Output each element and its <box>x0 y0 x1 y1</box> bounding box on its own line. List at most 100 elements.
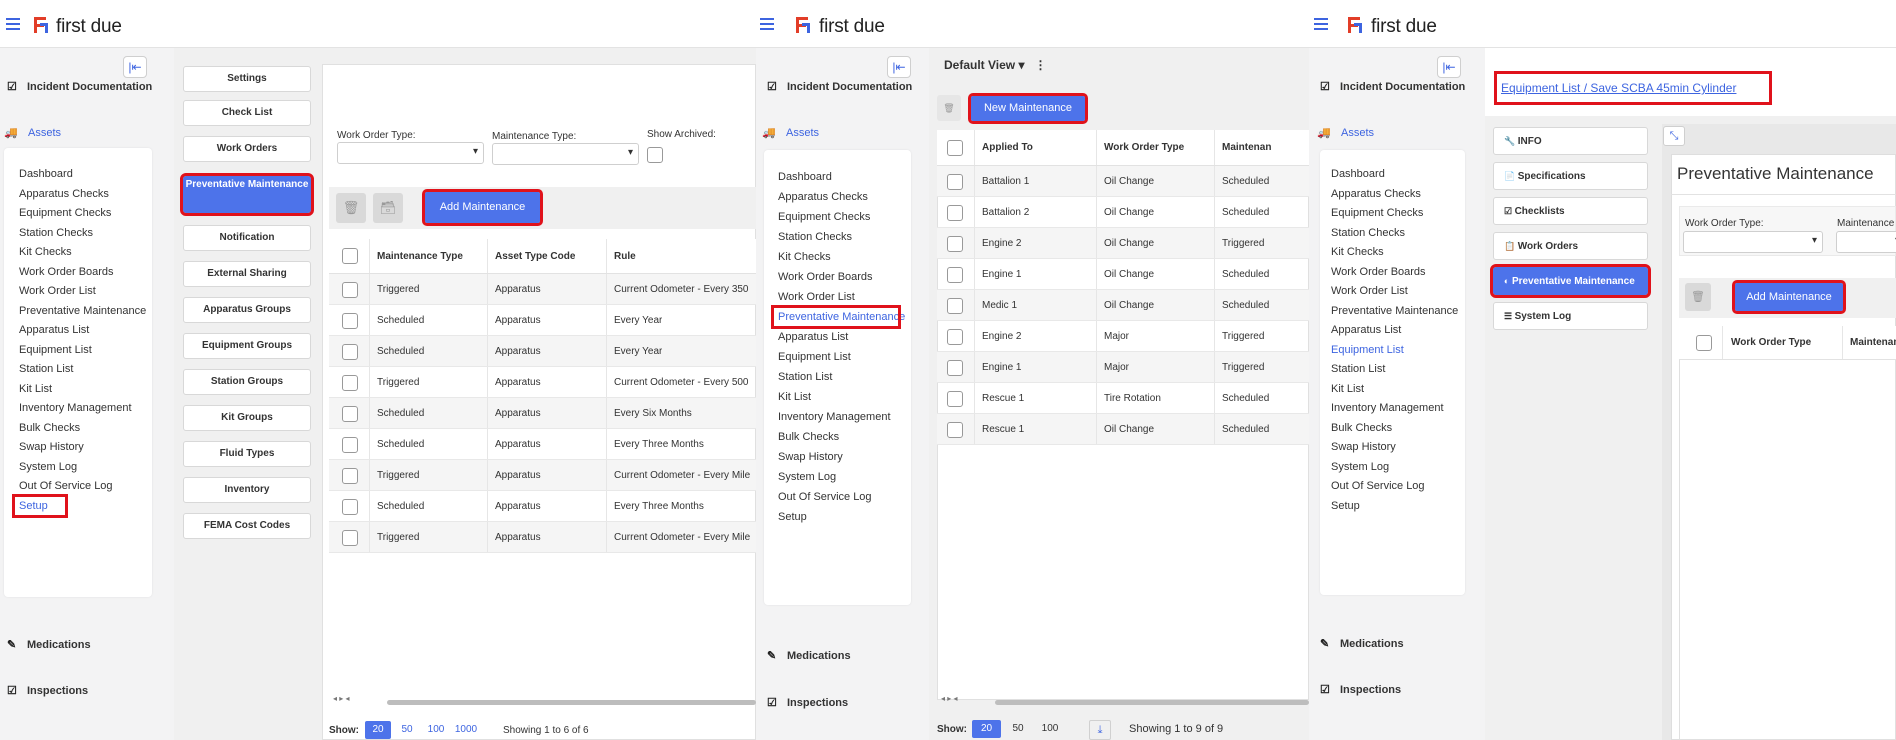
setup-tab-check-list[interactable]: Check List <box>183 100 311 126</box>
row-checkbox[interactable] <box>947 390 963 407</box>
nav-medications[interactable]: ✎ Medications <box>1320 637 1404 650</box>
table-row[interactable]: Engine 2 Oil Change Triggered <box>937 228 1309 259</box>
menu-item-out-of-service-log[interactable]: Out Of Service Log <box>778 491 872 503</box>
side-tab-system-log[interactable]: ☰ System Log <box>1493 302 1648 330</box>
menu-item-station-checks[interactable]: Station Checks <box>778 231 852 243</box>
menu-item-kit-list[interactable]: Kit List <box>19 383 52 395</box>
page-size-100[interactable]: 100 <box>423 721 449 739</box>
nav-inspections[interactable]: ☑ Inspections <box>1320 683 1401 696</box>
page-size-100[interactable]: 100 <box>1035 720 1065 738</box>
menu-item-work-order-boards[interactable]: Work Order Boards <box>778 271 873 283</box>
menu-item-station-checks[interactable]: Station Checks <box>19 227 93 239</box>
nav-inspections[interactable]: ☑ Inspections <box>767 696 848 709</box>
menu-item-system-log[interactable]: System Log <box>1331 461 1389 473</box>
menu-item-swap-history[interactable]: Swap History <box>1331 441 1396 453</box>
select-all-checkbox[interactable] <box>1696 335 1712 351</box>
table-row[interactable]: Rescue 1 Tire Rotation Scheduled <box>937 383 1309 414</box>
col-rule[interactable]: Rule <box>614 239 636 273</box>
menu-item-apparatus-list[interactable]: Apparatus List <box>19 324 89 336</box>
col-work-order-type[interactable]: Work Order Type <box>1731 326 1811 359</box>
setup-tab-fluid-types[interactable]: Fluid Types <box>183 441 311 467</box>
menu-item-equipment-checks[interactable]: Equipment Checks <box>19 207 111 219</box>
menu-item-bulk-checks[interactable]: Bulk Checks <box>778 431 839 443</box>
menu-item-inventory-management[interactable]: Inventory Management <box>19 402 132 414</box>
menu-item-kit-checks[interactable]: Kit Checks <box>19 246 72 258</box>
page-size-50[interactable]: 50 <box>395 721 419 739</box>
menu-item-bulk-checks[interactable]: Bulk Checks <box>19 422 80 434</box>
table-row[interactable]: Triggered Apparatus Current Odometer - Eve… <box>329 274 756 305</box>
menu-item-work-order-list[interactable]: Work Order List <box>1331 285 1408 297</box>
hamburger-menu-icon[interactable] <box>760 18 774 30</box>
menu-item-station-list[interactable]: Station List <box>778 371 832 383</box>
table-row[interactable]: Scheduled Apparatus Every Three Months <box>329 429 756 460</box>
side-tab-specifications[interactable]: 📄 Specifications <box>1493 162 1648 190</box>
more-options-icon[interactable]: ⋮ <box>1035 58 1047 72</box>
add-maintenance-button[interactable]: Add Maintenance <box>1732 280 1846 314</box>
download-icon[interactable]: ⤓ <box>1089 720 1111 740</box>
menu-item-apparatus-checks[interactable]: Apparatus Checks <box>1331 188 1421 200</box>
menu-item-dashboard[interactable]: Dashboard <box>1331 168 1385 180</box>
col-maintenance-type[interactable]: Maintenance Type <box>377 239 463 273</box>
page-size-20[interactable]: 20 <box>365 721 391 739</box>
menu-item-swap-history[interactable]: Swap History <box>778 451 843 463</box>
menu-item-kit-checks[interactable]: Kit Checks <box>778 251 831 263</box>
nav-medications[interactable]: ✎ Medications <box>767 649 851 662</box>
menu-item-setup[interactable]: Setup <box>778 511 807 523</box>
setup-tab-inventory[interactable]: Inventory <box>183 477 311 503</box>
table-row[interactable]: Engine 2 Major Triggered <box>937 321 1309 352</box>
hamburger-menu-icon[interactable] <box>6 18 20 30</box>
new-maintenance-button[interactable]: New Maintenance <box>968 93 1088 124</box>
row-checkbox[interactable] <box>342 498 358 515</box>
row-checkbox[interactable] <box>947 297 963 314</box>
row-checkbox[interactable] <box>947 173 963 190</box>
menu-item-work-order-boards[interactable]: Work Order Boards <box>1331 266 1426 278</box>
scroll-thumb[interactable] <box>995 700 1309 705</box>
table-row[interactable]: Scheduled Apparatus Every Six Months <box>329 398 756 429</box>
side-tab-checklists[interactable]: ☑ Checklists <box>1493 197 1648 225</box>
table-row[interactable]: Scheduled Apparatus Every Three Months <box>329 491 756 522</box>
menu-item-inventory-management[interactable]: Inventory Management <box>778 411 891 423</box>
menu-item-setup[interactable]: Setup <box>12 493 68 518</box>
menu-item-station-list[interactable]: Station List <box>19 363 73 375</box>
setup-tab-equipment-groups[interactable]: Equipment Groups <box>183 333 311 359</box>
trash-icon[interactable]: 🗑 <box>1685 283 1711 311</box>
breadcrumb[interactable]: Equipment List / Save SCBA 45min Cylinde… <box>1494 71 1772 105</box>
table-row[interactable]: Engine 1 Major Triggered <box>937 352 1309 383</box>
expand-icon[interactable]: ⤡ <box>1663 126 1685 146</box>
side-tab-work-orders[interactable]: 📋 Work Orders <box>1493 232 1648 260</box>
menu-item-inventory-management[interactable]: Inventory Management <box>1331 402 1444 414</box>
nav-incident-documentation[interactable]: ☑ Incident Documentation <box>7 80 152 93</box>
nav-medications[interactable]: ✎ Medications <box>7 638 91 651</box>
horizontal-scrollbar[interactable]: ◂ ▸ ◂ <box>941 694 1309 707</box>
table-row[interactable]: Rescue 1 Oil Change Scheduled <box>937 414 1309 445</box>
nav-assets[interactable]: 🚚 Assets <box>1317 126 1374 139</box>
table-row[interactable]: Triggered Apparatus Current Odometer - Eve… <box>329 522 756 553</box>
menu-item-apparatus-checks[interactable]: Apparatus Checks <box>778 191 868 203</box>
table-row[interactable]: Engine 1 Oil Change Scheduled <box>937 259 1309 290</box>
menu-item-preventative-maintenance[interactable]: Preventative Maintenance <box>771 305 905 329</box>
menu-item-preventative-maintenance[interactable]: Preventative Maintenance <box>1331 305 1458 317</box>
nav-incident-documentation[interactable]: ☑ Incident Documentation <box>767 80 912 93</box>
menu-item-bulk-checks[interactable]: Bulk Checks <box>1331 422 1392 434</box>
menu-item-out-of-service-log[interactable]: Out Of Service Log <box>19 480 113 492</box>
maintenance-type-select[interactable] <box>492 143 639 165</box>
hamburger-menu-icon[interactable] <box>1314 18 1328 30</box>
menu-item-kit-checks[interactable]: Kit Checks <box>1331 246 1384 258</box>
setup-tab-work-orders[interactable]: Work Orders <box>183 136 311 162</box>
row-checkbox[interactable] <box>342 436 358 453</box>
setup-tab-preventative-maintenance[interactable]: Preventative Maintenance <box>180 173 314 216</box>
work-order-type-select[interactable] <box>1683 231 1823 253</box>
col-maintenance[interactable]: Maintenan <box>1222 130 1271 165</box>
row-checkbox[interactable] <box>947 421 963 438</box>
add-maintenance-button[interactable]: Add Maintenance <box>422 189 543 226</box>
menu-item-equipment-list[interactable]: Equipment List <box>19 344 92 356</box>
menu-item-kit-list[interactable]: Kit List <box>778 391 811 403</box>
menu-item-kit-list[interactable]: Kit List <box>1331 383 1364 395</box>
work-order-type-select[interactable] <box>337 142 484 164</box>
table-row[interactable]: Triggered Apparatus Current Odometer - Eve… <box>329 460 756 491</box>
menu-item-station-checks[interactable]: Station Checks <box>1331 227 1405 239</box>
select-all-checkbox[interactable] <box>342 248 358 264</box>
menu-item-work-order-list[interactable]: Work Order List <box>19 285 96 297</box>
view-selector[interactable]: Default View ▾ ⋮ <box>944 58 1047 72</box>
side-tab-preventative-maintenance[interactable]: ◐ Preventative Maintenance <box>1490 264 1651 298</box>
